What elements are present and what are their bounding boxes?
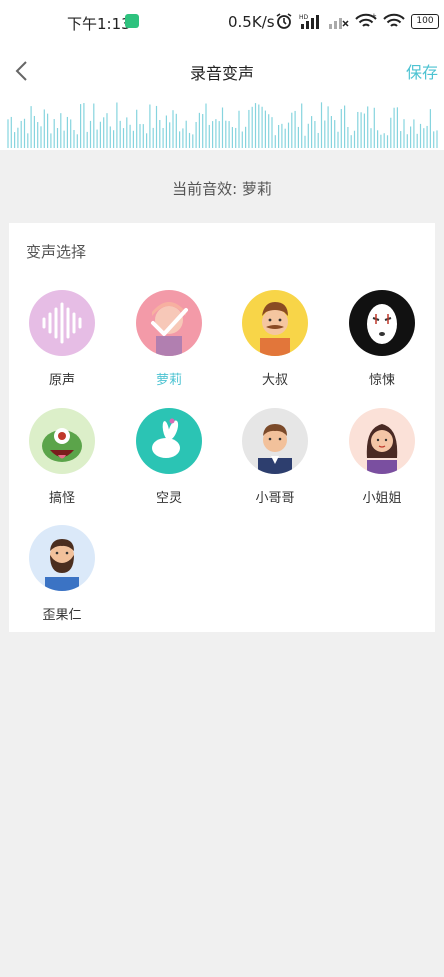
nav-header: 录音变声 保存 — [0, 44, 444, 100]
effect-label: 惊悚 — [368, 373, 395, 388]
status-bar: 下午1:13 0.5K/s HD + 100 — [0, 0, 444, 44]
young-woman-icon — [349, 408, 415, 474]
white-rabbit-icon — [136, 408, 202, 474]
monster-icon — [29, 408, 95, 474]
battery-icon: 100 — [411, 13, 439, 29]
effect-label: 原声 — [48, 373, 75, 388]
effect-label: 萝莉 — [155, 373, 182, 388]
save-button[interactable]: 保存 — [406, 59, 438, 83]
effect-label: 空灵 — [155, 491, 182, 506]
effect-label: 搞怪 — [48, 491, 75, 506]
effect-label: 小姐姐 — [362, 491, 402, 506]
effect-label: 歪果仁 — [42, 608, 82, 623]
foreign-man-icon — [29, 525, 95, 591]
soundwave-icon — [29, 290, 95, 356]
uncle-avatar-icon — [242, 290, 308, 356]
signal-hd-icon: HD — [299, 14, 319, 29]
young-man-icon — [242, 408, 308, 474]
wifi-icon-2 — [383, 13, 405, 27]
signal-weak-icon — [329, 18, 349, 29]
app-notification-icon — [125, 14, 139, 28]
effect-original[interactable]: 原声 — [22, 290, 102, 388]
effect-label: 小哥哥 — [255, 491, 295, 506]
panel-title: 变声选择 — [26, 243, 87, 261]
audio-waveform — [0, 100, 444, 150]
status-icons: HD + 100 — [275, 11, 439, 31]
effect-funny[interactable]: 搞怪 — [22, 408, 102, 506]
status-time: 下午1:13 — [67, 15, 131, 33]
effect-young-woman[interactable]: 小姐姐 — [342, 408, 422, 506]
network-speed: 0.5K/s — [228, 13, 275, 31]
svg-text:HD: HD — [299, 14, 309, 21]
current-effect-label: 当前音效: 萝莉 — [172, 180, 272, 198]
effect-loli[interactable]: 萝莉 — [129, 290, 209, 388]
effect-label: 大叔 — [261, 373, 288, 388]
effect-foreigner[interactable]: 歪果仁 — [22, 525, 102, 623]
voice-effect-panel: 变声选择 原声 萝莉 大叔 惊悚 搞怪 空灵 小哥哥 小姐姐 歪果仁 — [9, 223, 435, 632]
effect-young-man[interactable]: 小哥哥 — [235, 408, 315, 506]
wifi-icon: + — [355, 13, 377, 27]
ghost-mask-icon — [349, 290, 415, 356]
effect-horror[interactable]: 惊悚 — [342, 290, 422, 388]
effect-ethereal[interactable]: 空灵 — [129, 408, 209, 506]
girl-avatar-icon — [136, 290, 202, 356]
alarm-icon — [276, 13, 292, 29]
effect-uncle[interactable]: 大叔 — [235, 290, 315, 388]
page-title: 录音变声 — [189, 64, 254, 83]
svg-text:+: + — [371, 13, 377, 20]
